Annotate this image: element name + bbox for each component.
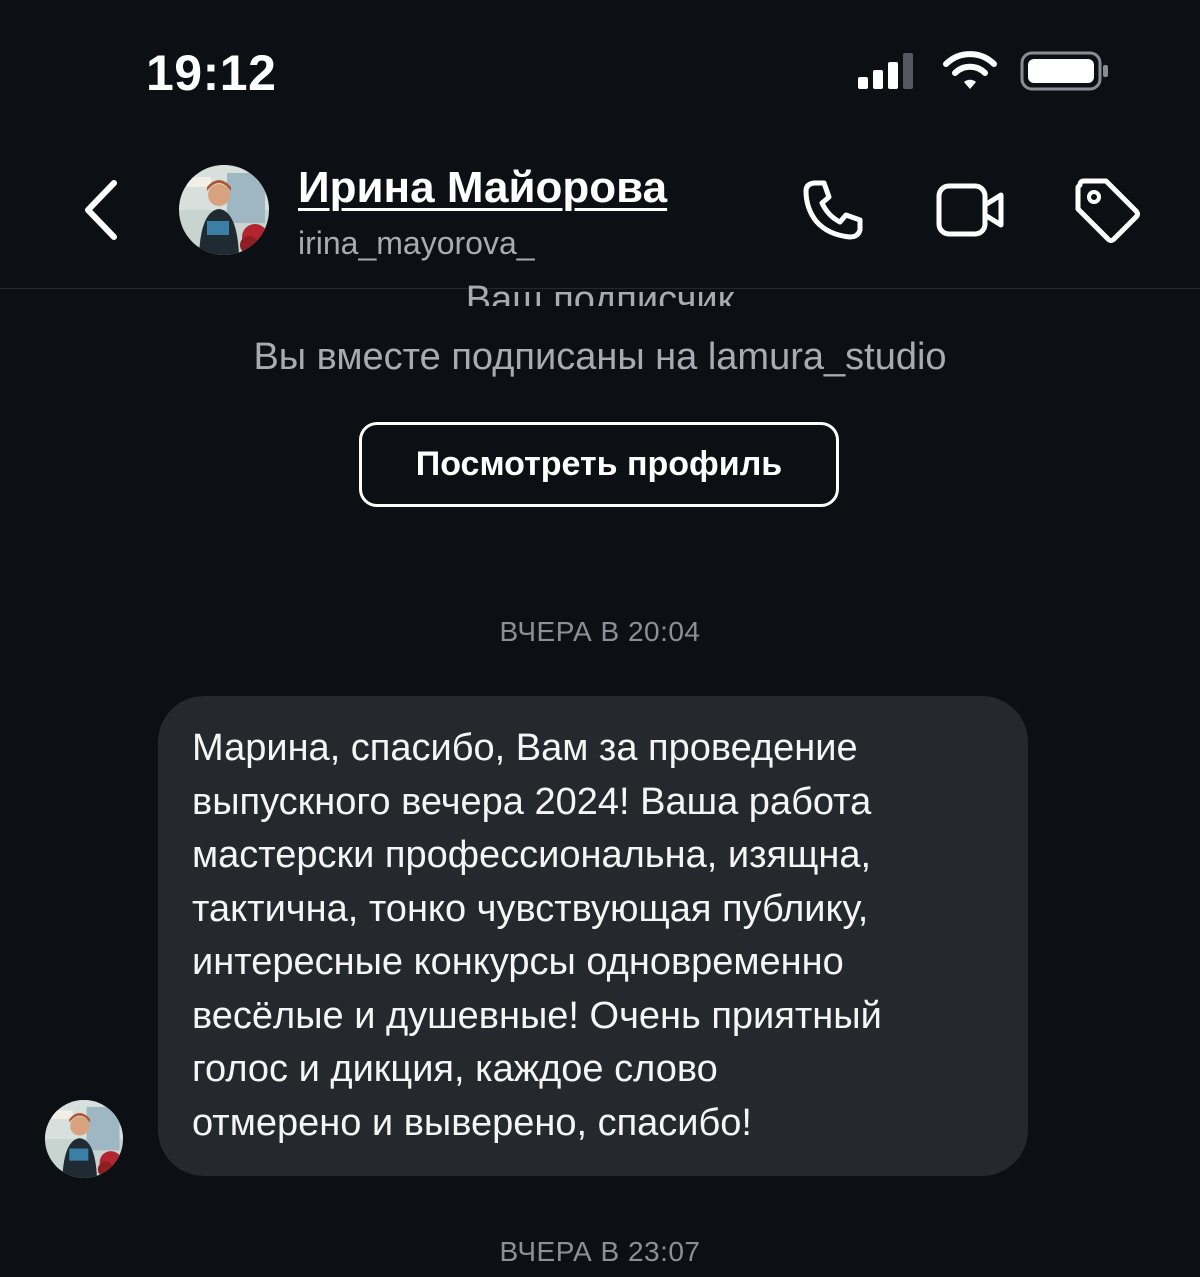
chat-screen: 19:12 Ирина Майорова irina_mayorova_ Ваш…	[0, 0, 1200, 1277]
next-message-timestamp: ВЧЕРА В 23:07	[499, 1236, 701, 1267]
contact-handle: irina_mayorova_	[298, 225, 535, 261]
message-line: весёлые и душевные! Очень приятный	[192, 994, 882, 1037]
message-line: голос и дикция, каждое слово	[192, 1048, 718, 1090]
message-line: тактична, тонко чувствующая публику,	[192, 887, 869, 930]
message-line: мастерски профессиональна, изящна,	[192, 834, 872, 876]
message-line: Марина, спасибо, Вам за проведение	[192, 727, 858, 769]
follower-text-wrap: Ваш подписчик	[0, 282, 1200, 306]
contact-avatar[interactable]	[179, 165, 269, 255]
phone-icon	[803, 180, 863, 240]
status-icons	[858, 50, 1110, 92]
chevron-left-icon	[85, 180, 117, 240]
mutual-follow-text: Вы вместе подписаны на lamura_studio	[253, 336, 947, 378]
video-call-button[interactable]	[935, 175, 1005, 245]
wifi-icon	[943, 51, 997, 89]
signal-icon	[858, 53, 913, 89]
status-time: 19:12	[146, 45, 277, 101]
back-button[interactable]	[78, 175, 126, 245]
video-icon	[936, 183, 1004, 237]
message-timestamp: ВЧЕРА В 20:04	[499, 616, 701, 647]
view-profile-button[interactable]: Посмотреть профиль	[359, 422, 839, 507]
message-line: отмерено и выверено, спасибо!	[192, 1101, 752, 1144]
sender-avatar[interactable]	[45, 1100, 123, 1178]
follower-text: Ваш подписчик	[465, 282, 735, 306]
message-line: интересные конкурсы одновременно	[192, 941, 844, 983]
chat-header: Ирина Майорова irina_mayorova_	[0, 145, 1200, 289]
message-line: выпускного вечера 2024! Ваша работа	[192, 780, 872, 823]
battery-icon	[1020, 51, 1108, 91]
call-button[interactable]	[798, 175, 868, 245]
tag-button[interactable]	[1072, 175, 1142, 245]
contact-name[interactable]: Ирина Майорова	[298, 163, 667, 213]
tag-icon	[1075, 178, 1140, 243]
message-bubble[interactable]: Марина, спасибо, Вам за проведение выпус…	[158, 696, 1028, 1176]
